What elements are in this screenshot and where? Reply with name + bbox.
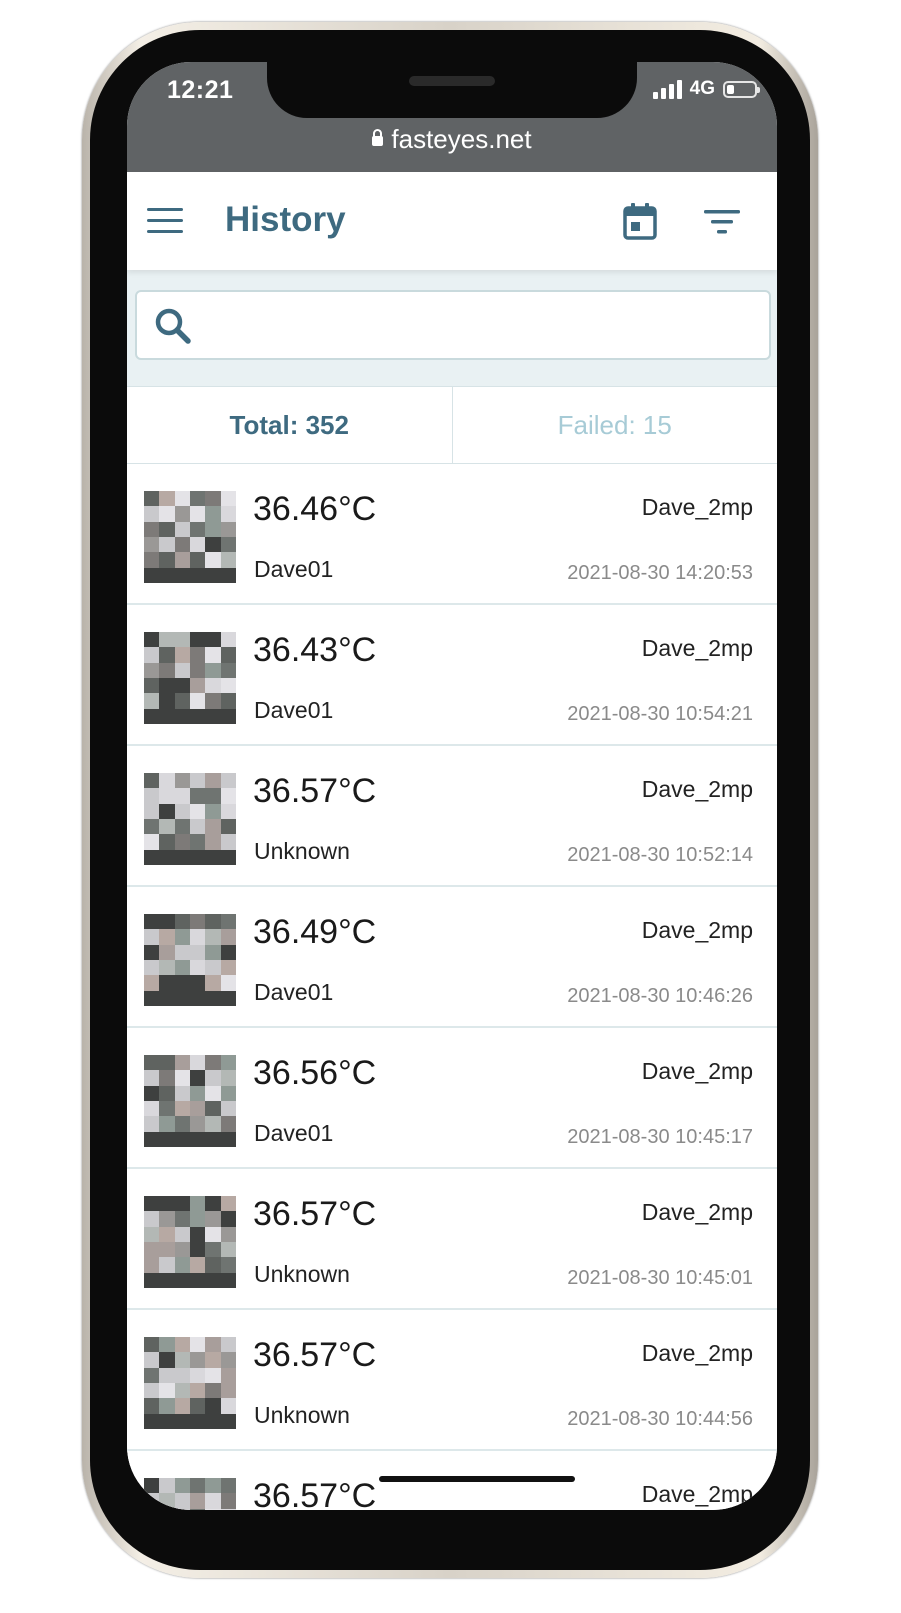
history-list: 36.46°C Dave_2mp Dave01 2021-08-30 14:20…: [127, 464, 777, 1510]
list-item[interactable]: 36.57°C Dave_2mp Unknown 2021-08-30 10:4…: [127, 1169, 777, 1310]
record-timestamp: 2021-08-30 10:52:14: [567, 844, 753, 866]
face-thumbnail: [144, 1337, 236, 1429]
record-timestamp: 2021-08-30 10:44:56: [567, 1408, 753, 1430]
temperature-value: 36.46°C: [253, 490, 377, 528]
lock-icon: [372, 129, 384, 146]
status-bar: 12:21 4G fasteyes.net: [127, 62, 777, 172]
device-name: Dave_2mp: [641, 1481, 753, 1507]
search-input[interactable]: [207, 302, 751, 350]
battery-icon: [723, 80, 760, 98]
tab-failed[interactable]: Failed: 15: [453, 387, 778, 463]
phone-screen: 12:21 4G fasteyes.net History Total: 352…: [127, 62, 777, 1510]
url-bar[interactable]: fasteyes.net: [127, 124, 777, 155]
search-box[interactable]: [135, 290, 771, 360]
url-text: fasteyes.net: [391, 124, 532, 154]
person-name: Dave01: [254, 979, 334, 1005]
record-timestamp: 2021-08-30 10:46:26: [567, 985, 753, 1007]
face-thumbnail: [144, 632, 236, 724]
person-name: Unknown: [254, 1402, 350, 1428]
list-item[interactable]: 36.57°C Dave_2mp Unknown 2021-08-30 10:4…: [127, 1310, 777, 1451]
temperature-value: 36.57°C: [253, 1195, 377, 1233]
network-label: 4G: [689, 78, 715, 99]
face-thumbnail: [144, 1478, 236, 1510]
face-thumbnail: [144, 914, 236, 1006]
menu-icon[interactable]: [147, 208, 183, 234]
record-timestamp: 2021-08-30 14:20:53: [567, 562, 753, 584]
temperature-value: 36.57°C: [253, 772, 377, 810]
list-item[interactable]: 36.57°C Dave_2mp Unknown 2021-08-30 10:5…: [127, 746, 777, 887]
app-header: History: [127, 172, 777, 270]
page-title: History: [225, 200, 346, 239]
record-timestamp: 2021-08-30 10:45:17: [567, 1126, 753, 1148]
temperature-value: 36.43°C: [253, 631, 377, 669]
record-timestamp: 2021-08-30 10:45:01: [567, 1267, 753, 1289]
device-name: Dave_2mp: [641, 1058, 753, 1084]
device-name: Dave_2mp: [641, 1340, 753, 1366]
person-name: Unknown: [254, 1261, 350, 1287]
status-indicators: 4G: [652, 78, 760, 100]
person-name: Dave01: [254, 556, 334, 582]
device-name: Dave_2mp: [641, 1199, 753, 1225]
device-name: Dave_2mp: [641, 917, 753, 943]
device-name: Dave_2mp: [641, 635, 753, 661]
list-item[interactable]: 36.49°C Dave_2mp Dave01 2021-08-30 10:46…: [127, 887, 777, 1028]
face-thumbnail: [144, 773, 236, 865]
temperature-value: 36.57°C: [253, 1336, 377, 1374]
record-timestamp: 2021-08-30 10:54:21: [567, 703, 753, 725]
temperature-value: 36.57°C: [253, 1477, 377, 1510]
tab-total[interactable]: Total: 352: [127, 387, 453, 463]
signal-icon: [652, 79, 682, 99]
calendar-icon[interactable]: [623, 202, 657, 240]
filter-icon[interactable]: [704, 208, 740, 236]
list-item[interactable]: 36.46°C Dave_2mp Dave01 2021-08-30 14:20…: [127, 464, 777, 605]
search-icon: [155, 308, 191, 344]
status-time: 12:21: [167, 76, 234, 104]
face-thumbnail: [144, 491, 236, 583]
home-indicator[interactable]: [379, 1476, 575, 1482]
person-name: Dave01: [254, 1120, 334, 1146]
temperature-value: 36.49°C: [253, 913, 377, 951]
device-name: Dave_2mp: [641, 494, 753, 520]
summary-tabs: Total: 352 Failed: 15: [127, 386, 777, 464]
face-thumbnail: [144, 1055, 236, 1147]
temperature-value: 36.56°C: [253, 1054, 377, 1092]
search-area: [127, 270, 777, 386]
speaker-grille: [409, 76, 495, 86]
list-item[interactable]: 36.56°C Dave_2mp Dave01 2021-08-30 10:45…: [127, 1028, 777, 1169]
list-item[interactable]: 36.43°C Dave_2mp Dave01 2021-08-30 10:54…: [127, 605, 777, 746]
notch: [267, 62, 637, 118]
person-name: Dave01: [254, 697, 334, 723]
device-name: Dave_2mp: [641, 776, 753, 802]
person-name: Unknown: [254, 838, 350, 864]
face-thumbnail: [144, 1196, 236, 1288]
